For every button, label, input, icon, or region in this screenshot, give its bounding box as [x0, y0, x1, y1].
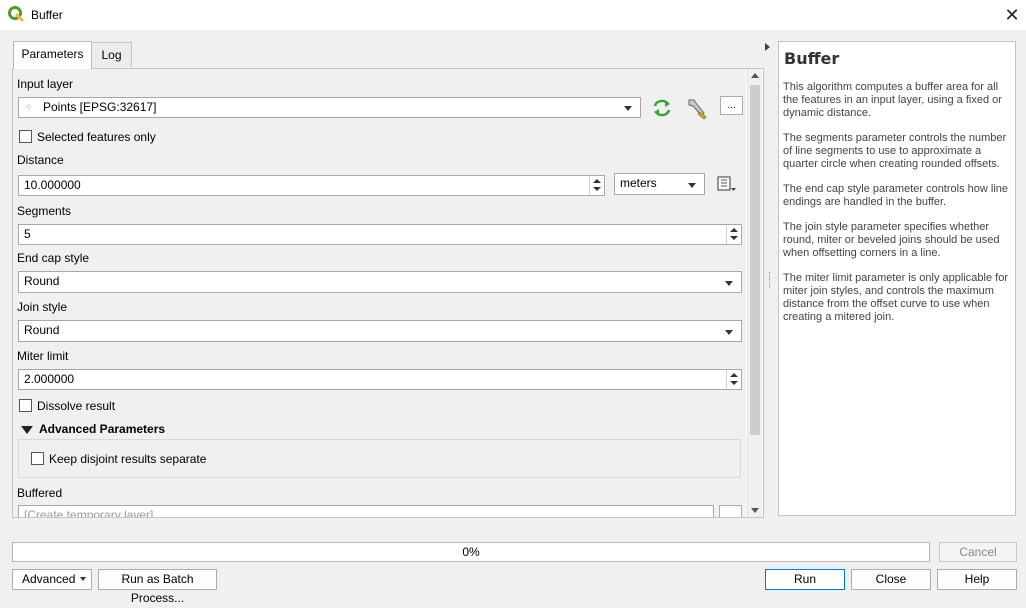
- buffered-output-field[interactable]: [Create temporary layer]: [18, 505, 714, 518]
- close-window-button[interactable]: ✕: [1000, 3, 1024, 27]
- miter-limit-spinner[interactable]: [726, 370, 741, 389]
- close-button[interactable]: Close: [851, 569, 931, 590]
- chevron-down-icon: [80, 577, 86, 581]
- chevron-down-icon: [624, 106, 632, 111]
- dissolve-label: Dissolve result: [37, 399, 116, 413]
- keep-disjoint-checkbox[interactable]: [31, 452, 44, 465]
- help-panel: Buffer This algorithm computes a buffer …: [778, 41, 1016, 516]
- collapse-triangle-icon[interactable]: [21, 426, 33, 434]
- chevron-down-icon: [725, 330, 733, 335]
- selected-features-checkbox[interactable]: [19, 130, 32, 143]
- miter-limit-input[interactable]: 2.000000: [18, 369, 742, 390]
- collapse-help-icon[interactable]: [765, 43, 770, 51]
- distance-input[interactable]: 10.000000: [18, 175, 605, 196]
- title-bar: Buffer ✕: [0, 0, 1026, 30]
- scroll-down-icon[interactable]: [751, 508, 759, 513]
- parameters-scrollbar[interactable]: [747, 69, 762, 517]
- chevron-down-icon: [688, 183, 696, 188]
- advanced-parameters-header[interactable]: Advanced Parameters: [39, 422, 165, 436]
- distance-unit-value: meters: [620, 176, 657, 190]
- progress-text: 0%: [462, 545, 480, 559]
- selected-features-label: Selected features only: [37, 130, 156, 144]
- input-layer-label: Input layer: [17, 77, 74, 91]
- segments-value: 5: [24, 227, 31, 241]
- point-layer-icon: ⁘: [25, 102, 33, 112]
- chevron-down-icon: [725, 281, 733, 286]
- join-style-label: Join style: [17, 300, 68, 314]
- help-paragraph: The end cap style parameter controls how…: [783, 183, 1009, 208]
- window-title: Buffer: [31, 8, 63, 22]
- help-paragraph: The join style parameter specifies wheth…: [783, 221, 1000, 259]
- join-style-value: Round: [24, 323, 60, 337]
- distance-label: Distance: [17, 153, 64, 167]
- miter-limit-label: Miter limit: [17, 349, 69, 363]
- parameters-panel: Input layer ⁘ Points [EPSG:32617] ... Se…: [12, 68, 764, 518]
- end-cap-value: Round: [24, 274, 60, 288]
- help-paragraph: This algorithm computes a buffer area fo…: [783, 81, 1002, 119]
- wrench-icon[interactable]: [685, 96, 709, 120]
- advanced-menu-button[interactable]: Advanced: [12, 569, 92, 590]
- input-layer-value: Points [EPSG:32617]: [43, 100, 157, 114]
- run-batch-button[interactable]: Run as Batch Process...: [98, 569, 217, 605]
- advanced-parameters-group: Keep disjoint results separate: [18, 439, 741, 478]
- segments-spinner[interactable]: [726, 225, 741, 244]
- scroll-up-icon[interactable]: [751, 73, 759, 78]
- data-defined-override-icon[interactable]: [715, 175, 737, 193]
- qgis-logo-icon: [8, 6, 24, 22]
- help-button[interactable]: Help: [937, 569, 1017, 590]
- buffered-options-button[interactable]: [719, 505, 742, 517]
- segments-input[interactable]: 5: [18, 224, 742, 245]
- keep-disjoint-label: Keep disjoint results separate: [49, 452, 207, 466]
- end-cap-label: End cap style: [17, 251, 90, 265]
- segments-label: Segments: [17, 204, 72, 218]
- help-title: Buffer: [784, 49, 840, 68]
- input-layer-options-button[interactable]: ...: [720, 96, 743, 115]
- iterate-features-icon[interactable]: [651, 98, 673, 118]
- buffered-label: Buffered: [17, 486, 63, 500]
- parameters-scroll-area: Input layer ⁘ Points [EPSG:32617] ... Se…: [13, 69, 746, 517]
- tab-parameters[interactable]: Parameters: [13, 41, 92, 69]
- join-style-select[interactable]: Round: [18, 320, 742, 342]
- cancel-button[interactable]: Cancel: [939, 542, 1017, 562]
- help-paragraph: The miter limit parameter is only applic…: [783, 272, 1008, 323]
- input-layer-combo[interactable]: ⁘ Points [EPSG:32617]: [18, 97, 641, 118]
- tab-log[interactable]: Log: [91, 42, 132, 67]
- end-cap-select[interactable]: Round: [18, 271, 742, 293]
- buffered-placeholder: [Create temporary layer]: [24, 508, 154, 518]
- help-paragraph: The segments parameter controls the numb…: [783, 132, 1007, 170]
- miter-limit-value: 2.000000: [24, 372, 75, 386]
- splitter-handle[interactable]: [769, 272, 772, 288]
- distance-value: 10.000000: [24, 178, 81, 192]
- dissolve-checkbox[interactable]: [19, 399, 32, 412]
- scroll-thumb[interactable]: [750, 85, 760, 435]
- progress-bar: 0%: [12, 542, 930, 562]
- distance-unit-select[interactable]: meters: [614, 173, 705, 195]
- run-button[interactable]: Run: [765, 569, 845, 590]
- distance-spinner[interactable]: [589, 176, 604, 195]
- advanced-button-label: Advanced: [22, 572, 76, 586]
